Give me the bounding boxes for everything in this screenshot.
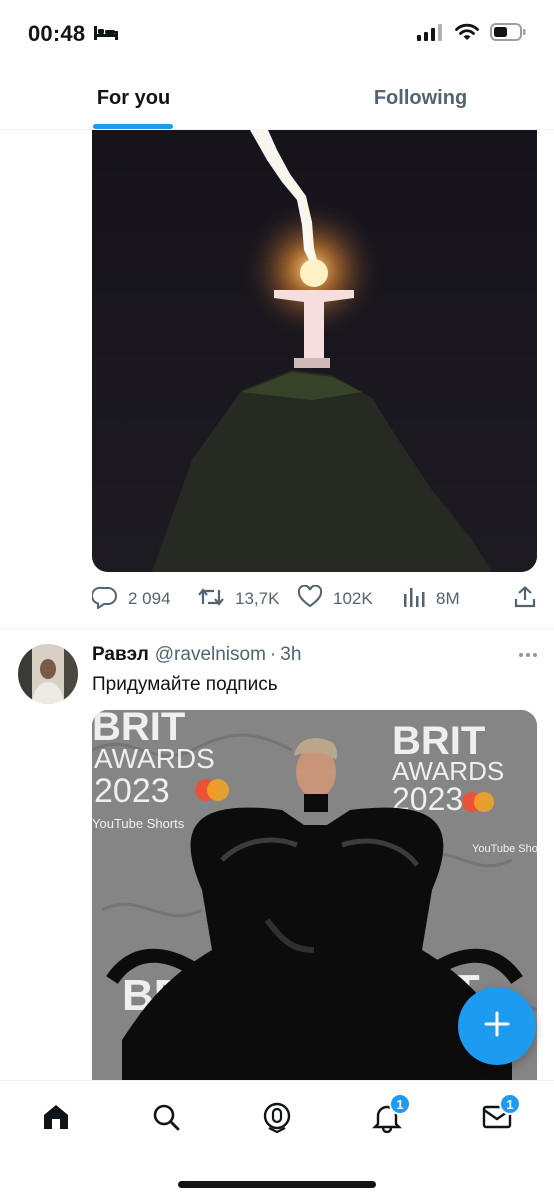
backdrop-text-awards: AWARDS [94,743,215,774]
nav-notifications[interactable]: 1 [367,1093,411,1139]
compose-tweet-button[interactable] [458,987,536,1065]
tweet-text: Придумайте подпись [92,674,278,695]
timeline-feed[interactable]: 2 094 13,7K 102K 8M Равэл @ravelnisom · … [0,130,554,1080]
tweet-media-lightning-statue[interactable] [92,130,537,572]
status-time: 00:48 [28,21,86,46]
search-icon [150,1101,182,1138]
retweet-count: 13,7K [235,589,280,608]
microphone-spaces-icon [261,1101,293,1138]
tab-for-you[interactable]: For you [0,68,277,129]
tab-for-you-label: For you [96,87,171,109]
heart-icon [297,584,323,614]
backdrop-text-sponsor-right: YouTube Shorts [472,843,537,855]
backdrop-text-sponsor: YouTube Shorts [92,816,185,831]
status-icons [416,22,526,47]
battery-icon [490,22,526,47]
reply-button[interactable]: 2 094 [91,585,197,614]
tweet-header: Равэл @ravelnisom · 3h [92,644,537,666]
plus-icon [482,1009,512,1044]
wifi-icon [454,22,480,47]
active-tab-indicator [93,124,173,129]
nav-home[interactable] [36,1099,76,1139]
tab-following[interactable]: Following [277,68,554,129]
tweet-divider [0,628,554,629]
tweet-timestamp[interactable]: 3h [280,644,301,666]
messages-badge: 1 [499,1093,521,1115]
home-icon [40,1101,72,1138]
share-button[interactable] [513,585,537,614]
backdrop-text-year: 2023 [94,772,170,810]
reply-count: 2 094 [128,589,171,608]
nav-messages[interactable]: 1 [477,1093,521,1139]
tweet-author-name[interactable]: Равэл [92,644,149,666]
bed-icon [93,21,119,47]
tweet-separator: · [269,644,277,665]
nav-search[interactable] [146,1099,186,1139]
home-indicator[interactable] [178,1181,376,1188]
bottom-navigation: 1 1 [0,1080,554,1200]
tweet-author-handle[interactable]: @ravelnisom [155,644,266,666]
status-time-group: 00:48 [28,21,119,47]
more-options-icon[interactable] [519,653,537,657]
nav-spaces[interactable] [257,1099,297,1139]
avatar[interactable] [18,644,78,704]
retweet-button[interactable]: 13,7K [197,586,297,613]
reply-icon [91,585,118,614]
timeline-tabs: For you Following [0,68,554,130]
like-button[interactable]: 102K [297,584,402,614]
retweet-icon [197,586,225,613]
notifications-badge: 1 [389,1093,411,1115]
views-button[interactable]: 8M [402,586,502,613]
views-chart-icon [402,586,426,613]
tweet-action-bar: 2 094 13,7K 102K 8M [91,582,537,616]
status-bar: 00:48 [0,0,554,68]
tab-following-label: Following [373,87,468,109]
share-icon [513,585,537,614]
cellular-signal-icon [416,23,444,46]
views-count: 8M [436,589,460,608]
like-count: 102K [333,589,373,608]
